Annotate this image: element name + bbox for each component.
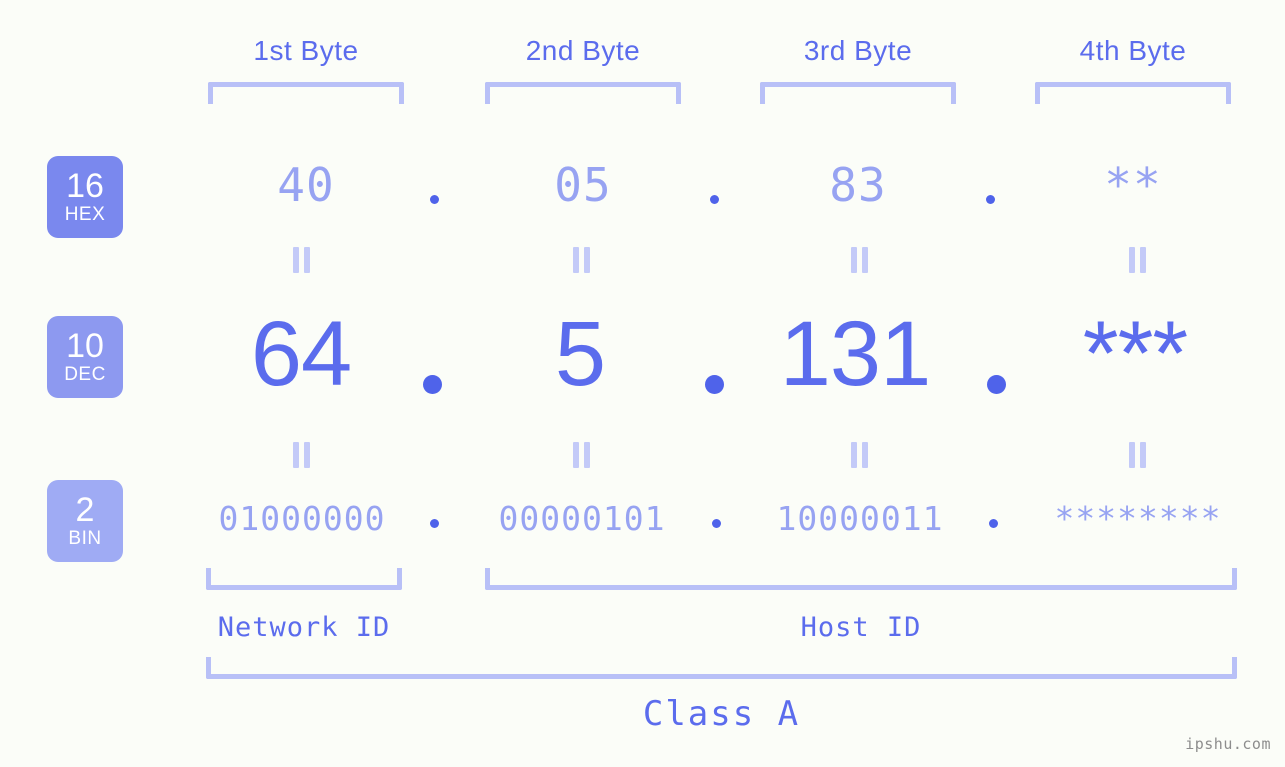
site-watermark: ipshu.com [1185, 735, 1271, 753]
base-badge-dec: 10 DEC [47, 316, 123, 398]
byte-bracket-1 [208, 82, 404, 104]
base-badge-hex-name: HEX [64, 204, 106, 225]
base-badge-bin: 2 BIN [47, 480, 123, 562]
dec-separator-dot-1 [423, 375, 442, 394]
byte-header-4: 4th Byte [1079, 35, 1187, 66]
dec-separator-dot-3 [987, 375, 1006, 394]
bin-byte-4: ******** [1054, 499, 1222, 538]
hex-byte-1: 40 [277, 158, 335, 212]
equals-mark-dec-bin-4 [1124, 442, 1150, 468]
byte-bracket-2 [485, 82, 681, 104]
hex-byte-4: ** [1104, 158, 1162, 212]
byte-bracket-4 [1035, 82, 1231, 104]
equals-mark-hex-dec-4 [1124, 247, 1150, 273]
equals-mark-hex-dec-3 [846, 247, 872, 273]
hex-byte-2: 05 [554, 158, 612, 212]
dec-byte-2: 5 [554, 303, 606, 405]
network-id-bracket [206, 568, 402, 590]
hex-separator-dot-2 [710, 195, 719, 204]
base-badge-dec-number: 10 [66, 327, 104, 365]
ip-address-diagram: 1st Byte 2nd Byte 3rd Byte 4th Byte 16 H… [0, 0, 1285, 767]
bin-separator-dot-1 [430, 519, 439, 528]
bin-byte-1: 01000000 [218, 499, 386, 538]
base-badge-bin-name: BIN [68, 528, 102, 549]
hex-separator-dot-1 [430, 195, 439, 204]
byte-header-3: 3rd Byte [803, 35, 913, 66]
equals-mark-hex-dec-2 [568, 247, 594, 273]
byte-bracket-3 [760, 82, 956, 104]
equals-mark-dec-bin-3 [846, 442, 872, 468]
byte-header-2: 2nd Byte [525, 35, 641, 66]
class-bracket [206, 657, 1237, 679]
base-badge-hex-number: 16 [66, 167, 104, 205]
dec-byte-1: 64 [250, 303, 352, 405]
base-badge-hex: 16 HEX [47, 156, 123, 238]
network-id-label: Network ID [217, 612, 391, 643]
base-badge-dec-name: DEC [64, 364, 106, 385]
dec-byte-3: 131 [779, 303, 932, 405]
base-badge-bin-number: 2 [75, 491, 95, 529]
host-id-label: Host ID [800, 612, 922, 643]
byte-header-1: 1st Byte [253, 35, 359, 66]
bin-separator-dot-3 [989, 519, 998, 528]
hex-byte-3: 83 [829, 158, 887, 212]
ip-class-label: Class A [642, 694, 801, 734]
bin-separator-dot-2 [712, 519, 721, 528]
host-id-bracket [485, 568, 1237, 590]
equals-mark-dec-bin-1 [288, 442, 314, 468]
bin-byte-2: 00000101 [498, 499, 666, 538]
equals-mark-hex-dec-1 [288, 247, 314, 273]
bin-byte-3: 10000011 [776, 499, 944, 538]
equals-mark-dec-bin-2 [568, 442, 594, 468]
dec-byte-4: *** [1082, 303, 1188, 405]
dec-separator-dot-2 [705, 375, 724, 394]
hex-separator-dot-3 [986, 195, 995, 204]
